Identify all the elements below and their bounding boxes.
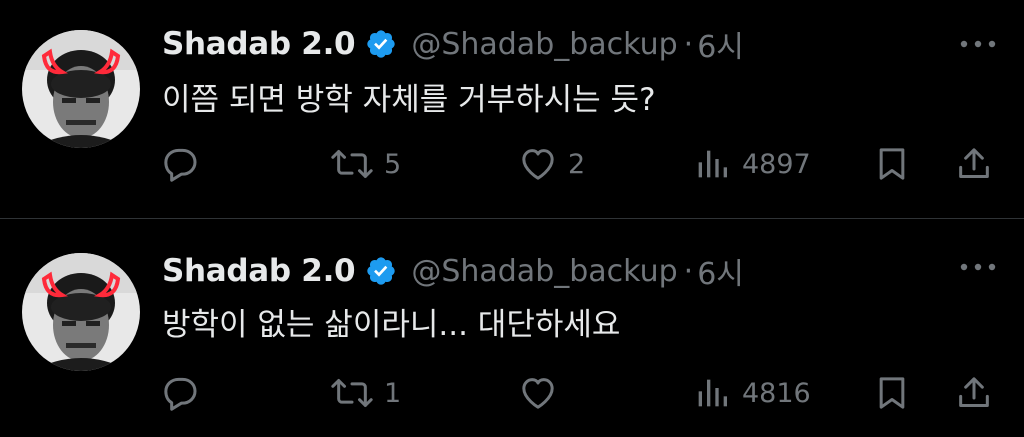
like-button[interactable]: 2	[518, 140, 585, 188]
verified-badge-icon	[365, 28, 397, 60]
views-button[interactable]: 4897	[692, 140, 811, 188]
bookmark-icon	[879, 377, 905, 409]
tweet-header: Shadab 2.0 @Shadab_backup · 6시	[162, 249, 744, 293]
tweet-actions: 5 2 4897	[0, 140, 1024, 188]
tweet-actions: 1 4816	[0, 369, 1024, 417]
share-icon	[959, 148, 989, 178]
bookmark-button[interactable]	[872, 369, 912, 417]
views-button[interactable]: 4816	[692, 369, 811, 417]
display-name[interactable]: Shadab 2.0	[162, 26, 356, 62]
view-count: 4816	[742, 377, 811, 409]
tweet[interactable]: Shadab 2.0 @Shadab_backup · 6시 방학이 없는 삶이…	[0, 218, 1024, 437]
view-count: 4897	[742, 148, 811, 180]
retweet-icon	[331, 150, 373, 178]
avatar[interactable]	[22, 30, 140, 148]
separator-dot: ·	[683, 253, 694, 289]
timestamp[interactable]: 6시	[697, 22, 744, 66]
reply-button[interactable]	[160, 140, 210, 188]
tweet-text: 이쯤 되면 방학 자체를 거부하시는 듯?	[162, 82, 656, 118]
tweet[interactable]: Shadab 2.0 @Shadab_backup · 6시 이쯤 되면 방학 …	[0, 0, 1024, 218]
views-chart-icon	[698, 379, 727, 407]
bookmark-icon	[879, 148, 905, 180]
verified-badge-icon	[365, 255, 397, 287]
share-icon	[959, 377, 989, 407]
timestamp[interactable]: 6시	[697, 249, 744, 293]
more-options-icon[interactable]	[958, 259, 998, 275]
views-chart-icon	[698, 150, 727, 178]
reply-icon	[164, 377, 197, 411]
share-button[interactable]	[954, 369, 994, 417]
tweet-text: 방학이 없는 삶이라니... 대단하세요	[162, 307, 621, 343]
avatar-image	[22, 30, 140, 148]
heart-icon	[522, 149, 554, 180]
retweet-count: 1	[384, 377, 402, 409]
separator-dot: ·	[683, 26, 694, 62]
bookmark-button[interactable]	[872, 140, 912, 188]
display-name[interactable]: Shadab 2.0	[162, 253, 356, 289]
tweet-header: Shadab 2.0 @Shadab_backup · 6시	[162, 22, 744, 66]
more-options-icon[interactable]	[958, 36, 998, 52]
retweet-count: 5	[384, 148, 402, 180]
reply-icon	[164, 148, 197, 182]
avatar-image	[22, 253, 140, 371]
heart-icon	[522, 378, 554, 409]
like-count: 2	[568, 148, 586, 180]
like-button[interactable]	[518, 369, 568, 417]
user-handle[interactable]: @Shadab_backup	[411, 254, 677, 289]
retweet-button[interactable]: 1	[330, 369, 401, 417]
retweet-button[interactable]: 5	[330, 140, 401, 188]
reply-button[interactable]	[160, 369, 210, 417]
avatar[interactable]	[22, 253, 140, 371]
retweet-icon	[331, 379, 373, 407]
user-handle[interactable]: @Shadab_backup	[411, 27, 677, 62]
share-button[interactable]	[954, 140, 994, 188]
